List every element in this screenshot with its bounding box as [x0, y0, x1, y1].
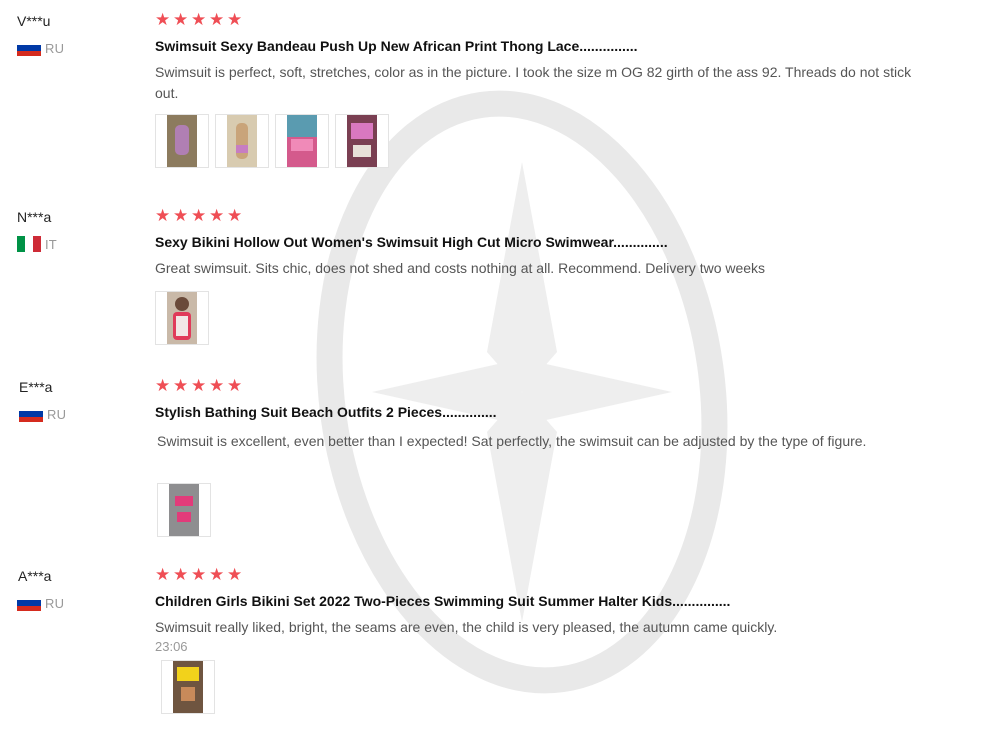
reviewer-name: V***u [17, 13, 51, 29]
star-icon: ★ [173, 10, 189, 29]
country: RU [17, 40, 127, 56]
reviewer-info: V***u RU [17, 12, 127, 56]
italy-flag-icon [17, 236, 41, 252]
star-icon: ★ [191, 376, 207, 395]
review-time: 23:06 [155, 639, 188, 654]
review-photo-thumbnail[interactable] [161, 660, 215, 714]
review-photo-thumbnail[interactable] [157, 483, 211, 537]
reviewer-info: E***a RU [17, 378, 127, 422]
russia-flag-icon [17, 40, 41, 56]
reviewer-info: N***a IT [17, 208, 127, 252]
country: RU [17, 406, 127, 422]
review-content: ★ ★ ★ ★ ★ Swimsuit Sexy Bandeau Push Up … [155, 10, 955, 168]
photo-image-icon [173, 661, 203, 713]
star-icon: ★ [155, 376, 171, 395]
star-icon: ★ [155, 206, 171, 225]
review-photos [155, 483, 955, 537]
reviewer-name: E***a [19, 379, 53, 395]
review-text: Swimsuit is excellent, even better than … [157, 433, 867, 449]
reviewer-name: A***a [18, 568, 52, 584]
photo-image-icon [169, 484, 199, 536]
reviewer-info: A***a RU [17, 567, 127, 611]
reviews-page: V***u RU ★ ★ ★ ★ ★ Swimsuit Sexy Bandeau… [0, 0, 1000, 744]
review-photos [155, 114, 955, 168]
photo-image-icon [227, 115, 257, 167]
review-text: Swimsuit is perfect, soft, stretches, co… [155, 64, 912, 101]
star-icon: ★ [191, 10, 207, 29]
country-code: RU [47, 406, 67, 422]
star-icon: ★ [227, 565, 243, 584]
review-text: Swimsuit really liked, bright, the seams… [155, 619, 778, 635]
star-rating: ★ ★ ★ ★ ★ [155, 206, 955, 225]
star-icon: ★ [227, 10, 243, 29]
photo-image-icon [347, 115, 377, 167]
review-photo-thumbnail[interactable] [335, 114, 389, 168]
star-icon: ★ [227, 206, 243, 225]
review-photos [155, 660, 955, 714]
product-title[interactable]: Children Girls Bikini Set 2022 Two-Piece… [155, 592, 955, 610]
star-icon: ★ [209, 206, 225, 225]
star-icon: ★ [209, 565, 225, 584]
star-icon: ★ [155, 565, 171, 584]
product-title[interactable]: Stylish Bathing Suit Beach Outfits 2 Pie… [155, 403, 955, 421]
star-icon: ★ [155, 10, 171, 29]
star-icon: ★ [209, 376, 225, 395]
star-icon: ★ [209, 10, 225, 29]
russia-flag-icon [19, 406, 43, 422]
review-content: ★ ★ ★ ★ ★ Sexy Bikini Hollow Out Women's… [155, 206, 955, 345]
star-icon: ★ [173, 565, 189, 584]
country-code: RU [45, 595, 65, 611]
star-icon: ★ [227, 376, 243, 395]
country: IT [17, 236, 127, 252]
star-icon: ★ [173, 376, 189, 395]
review-photo-thumbnail[interactable] [155, 114, 209, 168]
russia-flag-icon [17, 595, 41, 611]
reviewer-name: N***a [17, 209, 52, 225]
star-rating: ★ ★ ★ ★ ★ [155, 10, 955, 29]
star-rating: ★ ★ ★ ★ ★ [155, 376, 955, 395]
country-code: RU [45, 40, 65, 56]
review-photo-thumbnail[interactable] [155, 291, 209, 345]
country-code: IT [45, 236, 57, 252]
review-text: Great swimsuit. Sits chic, does not shed… [155, 260, 766, 276]
star-icon: ★ [173, 206, 189, 225]
star-icon: ★ [191, 565, 207, 584]
photo-image-icon [167, 115, 197, 167]
star-rating: ★ ★ ★ ★ ★ [155, 565, 955, 584]
product-title[interactable]: Sexy Bikini Hollow Out Women's Swimsuit … [155, 233, 955, 251]
photo-image-icon [287, 115, 317, 167]
review-content: ★ ★ ★ ★ ★ Stylish Bathing Suit Beach Out… [155, 376, 955, 537]
review-photo-thumbnail[interactable] [215, 114, 269, 168]
review-content: ★ ★ ★ ★ ★ Children Girls Bikini Set 2022… [155, 565, 955, 714]
review-photo-thumbnail[interactable] [275, 114, 329, 168]
product-title[interactable]: Swimsuit Sexy Bandeau Push Up New Africa… [155, 37, 955, 55]
review-photos [155, 291, 955, 345]
photo-image-icon [167, 292, 197, 344]
country: RU [17, 595, 127, 611]
star-icon: ★ [191, 206, 207, 225]
